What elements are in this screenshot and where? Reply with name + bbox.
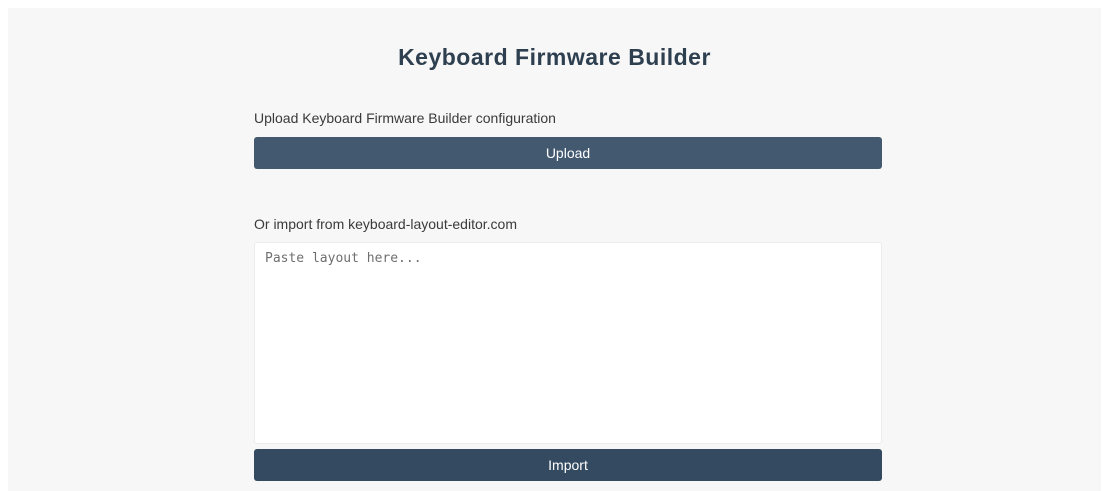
- import-button[interactable]: Import: [254, 449, 882, 481]
- upload-section-label: Upload Keyboard Firmware Builder configu…: [254, 110, 556, 126]
- app-container: Keyboard Firmware Builder Upload Keyboar…: [8, 8, 1101, 491]
- upload-button[interactable]: Upload: [254, 137, 882, 169]
- import-section-label: Or import from keyboard-layout-editor.co…: [254, 216, 517, 232]
- page-title: Keyboard Firmware Builder: [398, 44, 711, 70]
- layout-textarea[interactable]: [254, 242, 882, 444]
